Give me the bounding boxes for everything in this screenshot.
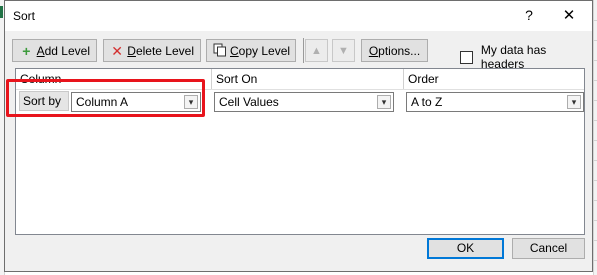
move-down-button[interactable]: ▼ <box>332 39 355 62</box>
add-level-label: Add Level <box>36 43 90 58</box>
sort-dialog: Sort ? ✕ + Add Level ✕ Delete Level Copy… <box>4 0 593 272</box>
cancel-button[interactable]: Cancel <box>512 238 585 259</box>
sheet-background-right <box>593 0 597 275</box>
order-select-value: A to Z <box>411 95 443 109</box>
sheet-cell-indicator <box>0 6 3 18</box>
sheet-gridline <box>593 100 597 101</box>
column-header-order: Order <box>408 72 439 86</box>
delete-level-button[interactable]: ✕ Delete Level <box>103 39 201 62</box>
dropdown-arrow-icon[interactable]: ▾ <box>377 95 391 109</box>
copy-level-icon <box>213 43 227 59</box>
move-up-icon: ▲ <box>311 44 322 57</box>
highlight-annotation <box>6 79 205 117</box>
copy-level-label: Copy Level <box>230 43 291 58</box>
help-button[interactable]: ? <box>521 7 537 23</box>
sheet-gridline <box>593 40 597 41</box>
add-level-button[interactable]: + Add Level <box>12 39 97 62</box>
column-header-sort-on: Sort On <box>212 69 404 89</box>
toolbar-separator <box>303 38 304 63</box>
sheet-gridline <box>593 120 597 121</box>
close-button[interactable]: ✕ <box>560 6 578 24</box>
order-select[interactable]: A to Z ▾ <box>406 92 584 112</box>
ok-button[interactable]: OK <box>427 238 504 259</box>
add-level-icon: + <box>22 42 31 59</box>
sheet-gridline <box>593 160 597 161</box>
options-button[interactable]: Options... <box>361 39 428 62</box>
sort-on-select[interactable]: Cell Values ▾ <box>214 92 394 112</box>
sheet-gridline <box>593 140 597 141</box>
copy-level-button[interactable]: Copy Level <box>206 39 296 62</box>
sort-on-select-value: Cell Values <box>219 95 279 109</box>
dropdown-arrow-icon[interactable]: ▾ <box>567 95 581 109</box>
headers-checkbox[interactable] <box>460 50 473 64</box>
delete-level-label: Delete Level <box>127 43 194 58</box>
move-up-button[interactable]: ▲ <box>305 39 328 62</box>
sheet-gridline <box>593 240 597 241</box>
sheet-gridline <box>593 200 597 201</box>
sheet-gridline <box>593 220 597 221</box>
options-label: Options... <box>368 43 421 58</box>
title-bar[interactable]: Sort ? ✕ <box>5 1 592 31</box>
move-down-icon: ▼ <box>338 44 349 57</box>
dialog-title: Sort <box>13 9 36 23</box>
sheet-gridline <box>593 180 597 181</box>
sheet-gridline <box>593 60 597 61</box>
sheet-gridline <box>593 20 597 21</box>
headers-option[interactable]: My data has headers <box>460 43 592 71</box>
headers-label: My data has headers <box>480 43 547 71</box>
sheet-gridline <box>593 80 597 81</box>
sheet-gridline <box>593 260 597 261</box>
delete-level-icon: ✕ <box>111 42 123 59</box>
